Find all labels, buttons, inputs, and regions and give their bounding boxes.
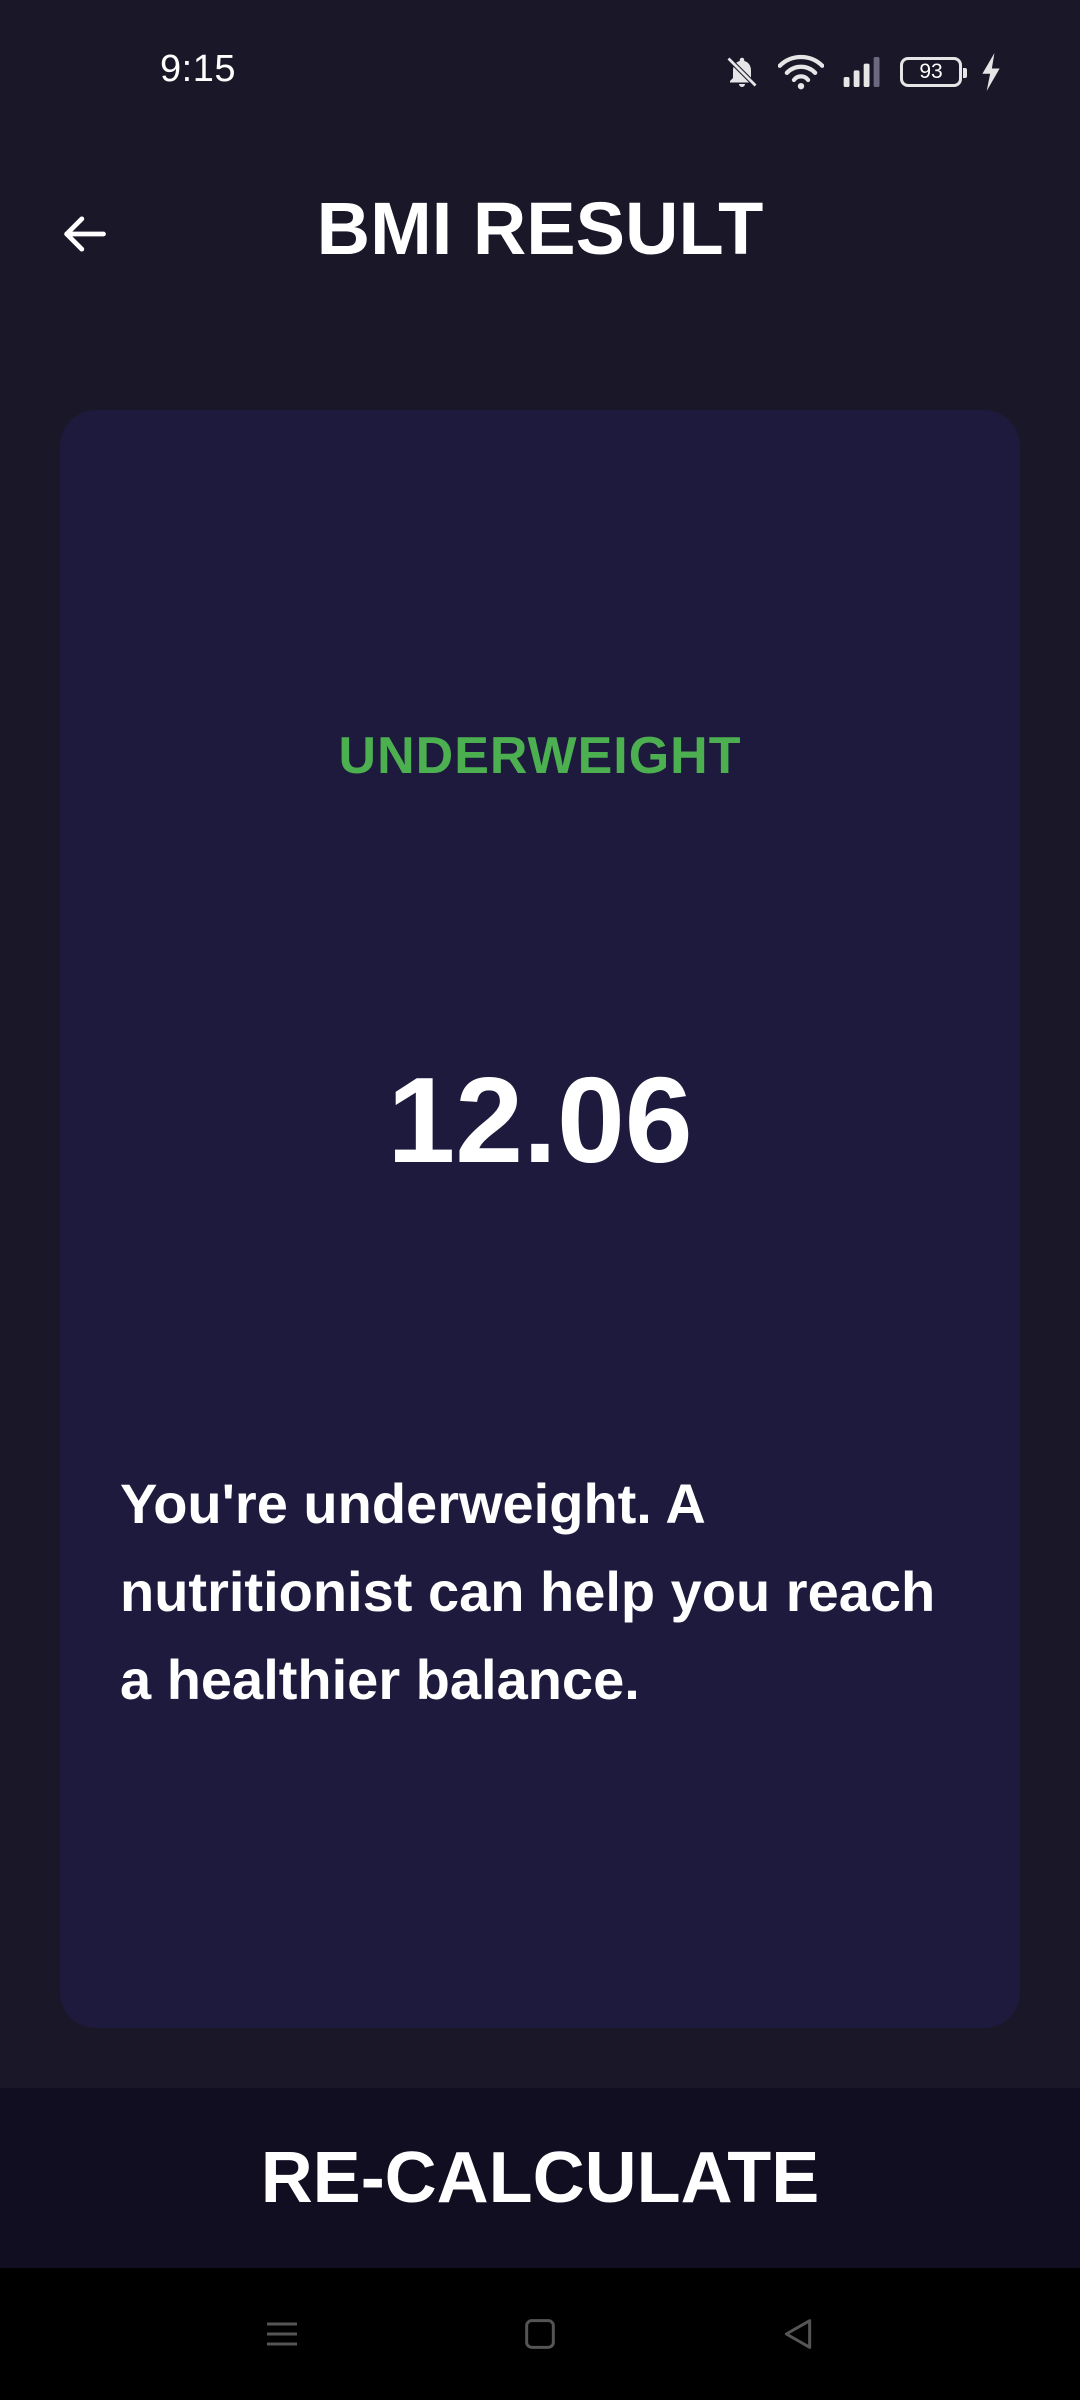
- signal-icon: [842, 55, 882, 89]
- notifications-muted-icon: [724, 54, 760, 90]
- status-time: 9:15: [160, 48, 236, 90]
- status-bar: 9:15 93: [0, 0, 1080, 140]
- status-icons: 93: [724, 50, 1002, 94]
- bmi-value: 12.06: [387, 1052, 693, 1188]
- system-nav-bar: [0, 2268, 1080, 2400]
- bmi-category: UNDERWEIGHT: [338, 727, 742, 785]
- page-title: BMI RESULT: [316, 187, 764, 270]
- battery-icon: 93: [900, 57, 967, 87]
- wifi-icon: [778, 54, 824, 90]
- result-card: UNDERWEIGHT 12.06 You're underweight. A …: [60, 410, 1020, 2028]
- bmi-interpretation: You're underweight. A nutritionist can h…: [120, 1472, 936, 1711]
- nav-back-button[interactable]: [758, 2296, 838, 2376]
- charging-icon: [980, 53, 1002, 91]
- nav-menu-button[interactable]: [242, 2296, 322, 2376]
- bmi-result-screen: 9:15 93 BMI RESULT UNDERWEIGHT 12.06 You…: [0, 0, 1080, 2400]
- recalculate-button[interactable]: RE-CALCULATE: [0, 2088, 1080, 2268]
- menu-icon: [262, 2314, 302, 2359]
- app-bar: BMI RESULT: [0, 160, 1080, 300]
- home-icon: [520, 2314, 560, 2359]
- back-icon: [778, 2314, 818, 2359]
- nav-home-button[interactable]: [500, 2296, 580, 2376]
- battery-level: 93: [919, 60, 943, 83]
